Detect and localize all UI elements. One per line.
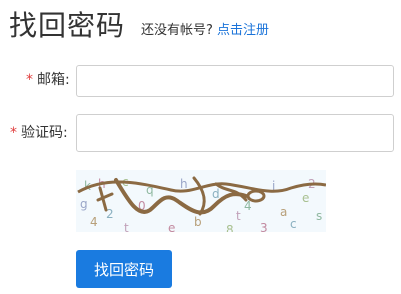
register-link[interactable]: 点击注册 [217,23,269,38]
page-title: 找回密码 [9,9,126,42]
captcha-noise-char: 8 [226,223,234,232]
code-label: * 验证码: [10,123,68,143]
captcha-noise-char: 3 [260,221,268,232]
email-label: * 邮箱: [26,70,70,90]
captcha-noise-char: h [180,177,188,191]
captcha-noise-char: 4 [90,215,98,229]
verification-code-field[interactable] [76,114,394,152]
captcha-noise-char: b [194,215,202,229]
captcha-noise-char: g [80,197,88,211]
captcha-noise-char: c [290,217,297,231]
email-label-text: 邮箱: [37,72,70,88]
email-field[interactable] [76,65,394,97]
required-mark: * [26,72,33,88]
code-label-text: 验证码: [21,125,68,141]
captcha-image[interactable]: k hg42ctqehbd8t43jace2s0 [76,170,326,232]
required-mark: * [10,125,17,141]
submit-button[interactable]: 找回密码 [76,250,172,288]
captcha-noise-char: e [168,221,175,232]
captcha-noise-char: s [316,209,322,223]
captcha-noise-char: t [124,221,129,232]
captcha-noise-char: d [212,187,220,201]
captcha-noise-char: e [302,191,309,205]
register-prompt: 还没有帐号? 点击注册 [141,22,269,40]
captcha-noise-char: a [280,205,287,219]
register-prompt-text: 还没有帐号? [141,23,213,38]
captcha-noise-char: t [236,209,241,223]
